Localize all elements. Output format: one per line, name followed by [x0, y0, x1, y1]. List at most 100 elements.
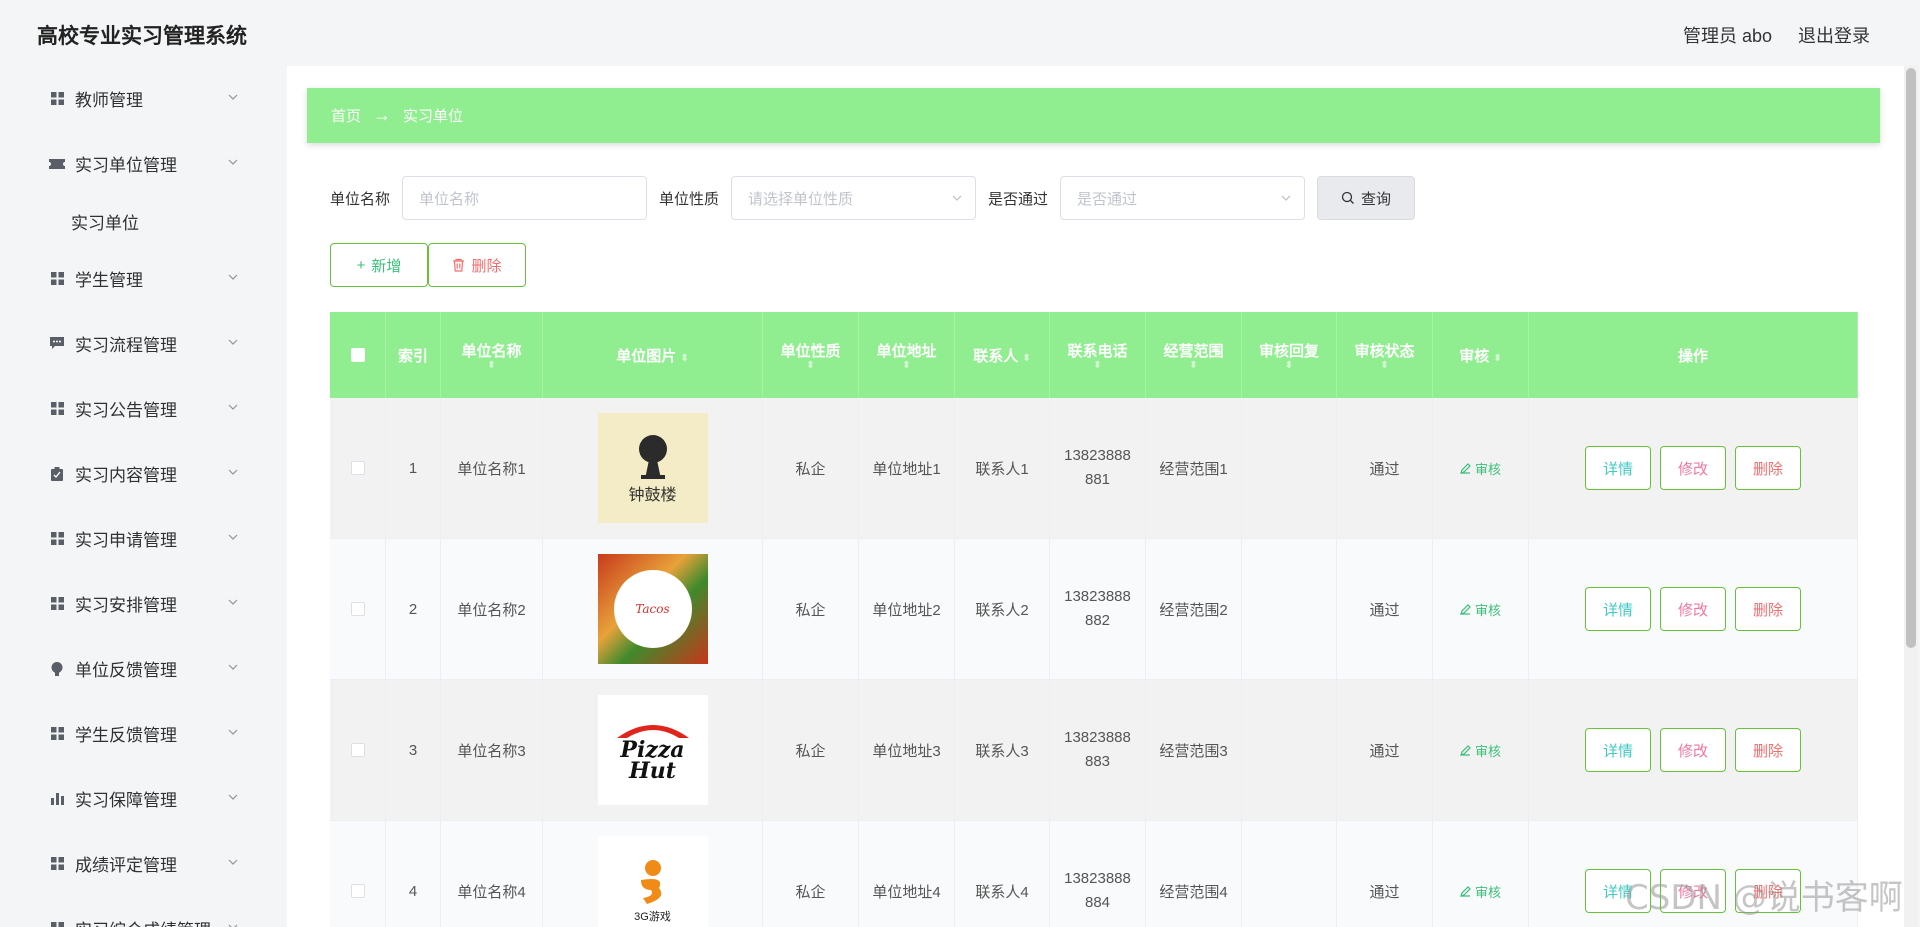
query-button[interactable]: 查询	[1317, 176, 1416, 220]
delete-button[interactable]: 删除	[1735, 587, 1801, 631]
logout-button[interactable]: 退出登录	[1798, 22, 1870, 48]
select-all-checkbox[interactable]	[350, 348, 365, 362]
cell-address: 单位地址1	[859, 398, 955, 538]
detail-button[interactable]: 详情	[1585, 446, 1651, 490]
edit-icon	[1460, 744, 1471, 756]
detail-button[interactable]: 详情	[1585, 728, 1651, 772]
detail-button[interactable]: 详情	[1585, 587, 1651, 631]
sidebar-item-7[interactable]: 实习安排管理	[17, 571, 257, 636]
breadcrumb-current: 实习单位	[403, 108, 464, 125]
page-scrollbar[interactable]	[1904, 66, 1918, 927]
search-bar: 单位名称 单位名称 单位性质 请选择单位性质 是否通过 是否通过 查询	[330, 176, 1416, 220]
th-phone[interactable]: 联系电话 ⬍	[1050, 312, 1146, 398]
phone-line-2: 884	[1084, 894, 1111, 911]
phone-line-2: 882	[1084, 612, 1111, 629]
sidebar-item-label: 实习安排管理	[75, 596, 177, 615]
sidebar-subitem[interactable]: 实习单位	[17, 196, 257, 246]
th-audit[interactable]: 审核 ⬍	[1433, 312, 1529, 398]
cell-image: 钟鼓楼	[543, 398, 763, 538]
breadcrumb-home[interactable]: 首页	[331, 105, 361, 126]
table-row: 2 单位名称2 Tacos 私企 单位地址2 联系人2 13823888 882 经营范围2 通过…	[330, 539, 1858, 680]
pass-select[interactable]: 是否通过	[1060, 176, 1306, 220]
sidebar-item-2[interactable]: 学生管理	[17, 246, 257, 311]
th-name[interactable]: 单位名称 ⬍	[441, 312, 543, 398]
sort-icon[interactable]: ⬍	[902, 360, 910, 371]
sidebar-item-4[interactable]: 实习公告管理	[17, 376, 257, 441]
chevron-down-icon	[228, 664, 238, 670]
sidebar-item-3[interactable]: 实习流程管理	[17, 311, 257, 376]
pizza-hut-logo[interactable]: Pizza Hut	[597, 695, 708, 805]
sidebar-item-label: 教师管理	[75, 91, 143, 110]
th-reply-label: 审核回复	[1258, 342, 1319, 360]
grid-icon	[49, 91, 65, 107]
sidebar: 教师管理实习单位管理 实习单位 学生管理 实习流程管理 实习公告管理 实习内容管理 实习申请…	[17, 66, 257, 927]
th-index-label: 索引	[397, 347, 428, 365]
th-image[interactable]: 单位图片 ⬍	[543, 312, 763, 398]
grid-icon	[49, 596, 65, 612]
th-address[interactable]: 单位地址 ⬍	[859, 312, 955, 398]
add-label: 新增	[371, 257, 402, 275]
tacos-logo[interactable]: Tacos	[597, 554, 708, 664]
cell-reply	[1242, 398, 1337, 538]
row-checkbox[interactable]	[350, 602, 365, 616]
grid-icon	[49, 856, 65, 872]
row-select-cell	[330, 539, 386, 679]
th-contact[interactable]: 联系人 ⬍	[955, 312, 1050, 398]
type-select[interactable]: 请选择单位性质	[731, 176, 977, 220]
th-scope[interactable]: 经营范围 ⬍	[1146, 312, 1242, 398]
sidebar-item-8[interactable]: 单位反馈管理	[17, 636, 257, 701]
sidebar-item-11[interactable]: 成绩评定管理	[17, 831, 257, 896]
audit-link[interactable]: 审核	[1460, 882, 1501, 901]
sidebar-item-10[interactable]: 实习保障管理	[17, 766, 257, 831]
sidebar-item-5[interactable]: 实习内容管理	[17, 441, 257, 506]
add-button[interactable]: + 新增	[330, 243, 428, 287]
sort-icon[interactable]: ⬍	[806, 360, 814, 371]
bar-chart-icon	[49, 791, 65, 807]
cell-type: 私企	[763, 539, 859, 679]
edit-button[interactable]: 修改	[1660, 728, 1726, 772]
audit-label: 审核	[1474, 884, 1501, 900]
select-all-cell	[330, 312, 386, 398]
cell-name: 单位名称1	[441, 398, 543, 538]
game-logo[interactable]: 3G游戏	[597, 836, 708, 927]
delete-button[interactable]: 删除	[1735, 446, 1801, 490]
th-status[interactable]: 审核状态 ⬍	[1337, 312, 1433, 398]
sidebar-item-1[interactable]: 实习单位管理	[17, 131, 257, 196]
row-checkbox[interactable]	[350, 461, 365, 475]
chevron-down-icon	[228, 599, 238, 605]
cell-ops: 详情 修改 删除	[1529, 398, 1858, 538]
audit-link[interactable]: 审核	[1460, 459, 1501, 478]
row-checkbox[interactable]	[350, 884, 365, 898]
sort-icon[interactable]: ⬍	[1285, 360, 1293, 371]
sort-icon[interactable]: ⬍	[1022, 353, 1030, 364]
sidebar-item-label: 学生反馈管理	[75, 726, 177, 745]
sidebar-item-12[interactable]: 实习综合成绩管理	[17, 896, 257, 927]
sort-icon[interactable]: ⬍	[1189, 360, 1197, 371]
delete-button[interactable]: 删除	[1735, 728, 1801, 772]
th-status-label: 审核状态	[1354, 342, 1415, 360]
th-image-label: 单位图片 ⬍	[616, 345, 689, 366]
edit-button[interactable]: 修改	[1660, 587, 1726, 631]
sidebar-item-9[interactable]: 学生反馈管理	[17, 701, 257, 766]
name-input[interactable]: 单位名称	[402, 176, 648, 220]
sort-icon[interactable]: ⬍	[1493, 353, 1501, 364]
batch-delete-button[interactable]: 删除	[428, 243, 526, 287]
edit-button[interactable]: 修改	[1660, 446, 1726, 490]
sort-icon[interactable]: ⬍	[487, 360, 495, 371]
cell-contact: 联系人3	[955, 680, 1050, 820]
sidebar-item-0[interactable]: 教师管理	[17, 66, 257, 131]
row-checkbox[interactable]	[350, 743, 365, 757]
chevron-down-icon	[228, 339, 238, 345]
sort-icon[interactable]: ⬍	[1093, 360, 1101, 371]
audit-link[interactable]: 审核	[1460, 741, 1501, 760]
sort-icon[interactable]: ⬍	[1380, 360, 1388, 371]
drum-tower-logo[interactable]: 钟鼓楼	[597, 413, 708, 523]
cell-address: 单位地址2	[859, 539, 955, 679]
sidebar-item-6[interactable]: 实习申请管理	[17, 506, 257, 571]
audit-link[interactable]: 审核	[1460, 600, 1501, 619]
th-type[interactable]: 单位性质 ⬍	[763, 312, 859, 398]
scrollbar-thumb[interactable]	[1906, 68, 1916, 648]
th-reply[interactable]: 审核回复 ⬍	[1242, 312, 1337, 398]
cell-type: 私企	[763, 821, 859, 927]
sort-icon[interactable]: ⬍	[680, 353, 688, 364]
